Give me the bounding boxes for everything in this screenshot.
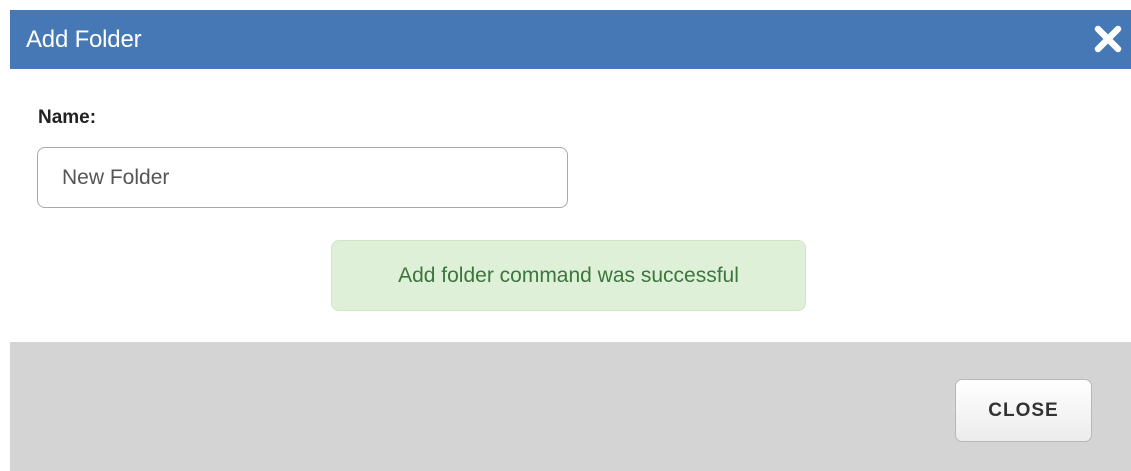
folder-name-input[interactable] xyxy=(37,147,568,208)
add-folder-dialog: Add Folder Name: Add folder command was … xyxy=(0,0,1131,471)
close-button[interactable]: CLOSE xyxy=(955,379,1092,442)
name-label: Name: xyxy=(38,107,97,128)
dialog-body: Name: Add folder command was successful xyxy=(10,69,1131,342)
dialog-titlebar: Add Folder xyxy=(10,10,1131,69)
close-x-icon[interactable] xyxy=(1093,24,1123,54)
dialog-title: Add Folder xyxy=(26,26,142,53)
success-alert: Add folder command was successful xyxy=(331,240,806,311)
dialog-footer: CLOSE xyxy=(10,342,1131,471)
